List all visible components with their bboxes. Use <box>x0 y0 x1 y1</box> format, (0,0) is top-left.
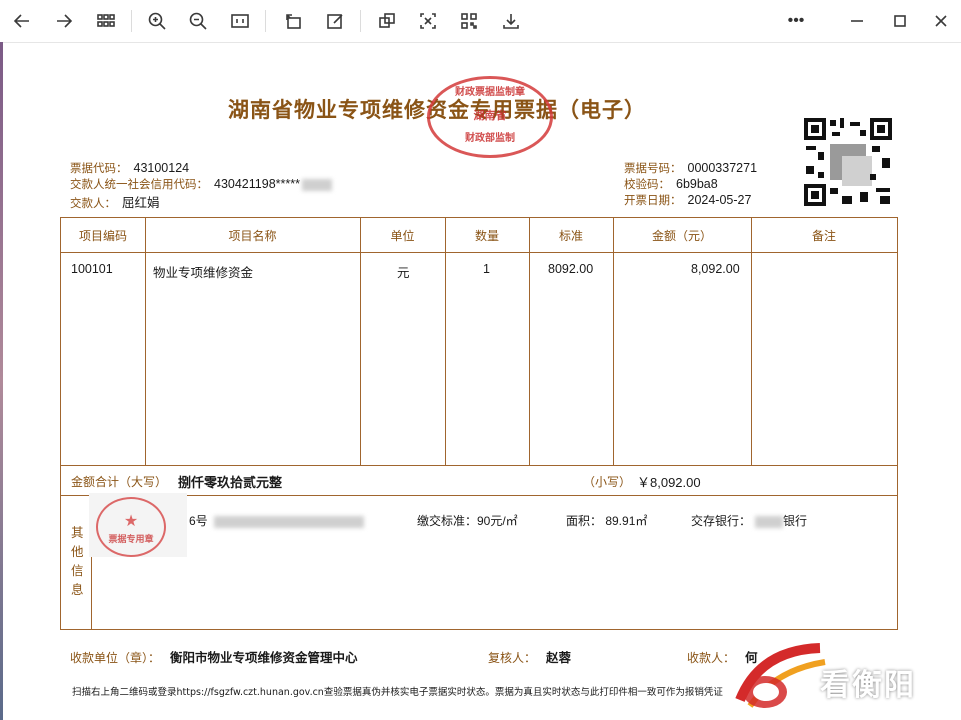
qr-code[interactable] <box>802 116 894 208</box>
close-icon[interactable] <box>927 8 955 34</box>
payer-value: 屈红娟 <box>122 196 160 210</box>
total-label: 金额合计（大写） <box>71 475 168 489</box>
total-small: ￥8,092.00 <box>637 475 701 490</box>
viewer-toolbar: ••• <box>0 0 961 43</box>
header-quantity: 数量 <box>474 228 499 243</box>
credit-code-label: 交款人统一社会信用代码： <box>70 177 208 191</box>
thumbnails-grid-icon[interactable] <box>92 8 120 34</box>
other-bank-tail: 银行 <box>783 514 808 528</box>
rotate-icon[interactable] <box>279 8 307 34</box>
invoice-code-label: 票据代码： <box>70 161 128 175</box>
total-small-label: （小写） <box>583 475 632 489</box>
zoom-out-icon[interactable] <box>184 8 212 34</box>
payee-row: 收款单位（章）： 衡阳市物业专项维修资金管理中心 <box>70 647 358 666</box>
header-standard: 标准 <box>558 228 583 243</box>
maximize-icon[interactable] <box>886 8 914 34</box>
invoice-code-value: 43100124 <box>133 161 190 175</box>
row-unit: 元 <box>397 266 410 280</box>
text-recognition-icon[interactable] <box>414 8 442 34</box>
row-standard: 8092.00 <box>548 262 594 276</box>
header-remark: 备注 <box>811 228 836 243</box>
redacted-bank <box>755 515 784 528</box>
brand-text: 看衡阳 <box>820 668 916 703</box>
check-code-row: 校验码： 6b9ba8 <box>624 176 718 192</box>
stamp-star-icon: ★ <box>123 513 139 530</box>
save-download-icon[interactable] <box>497 8 525 34</box>
invoice-number-value: 0000337271 <box>687 161 758 175</box>
row-quantity: 1 <box>483 262 490 276</box>
payer-label: 交款人： <box>70 196 116 210</box>
total-row: 金额合计（大写） 捌仟零玖拾贰元整 （小写） ￥8,092.00 <box>61 465 897 495</box>
credit-code-value: 430421198***** <box>214 177 300 191</box>
issue-date-row: 开票日期： 2024-05-27 <box>624 192 751 208</box>
row-amount: 8,092.00 <box>691 262 740 276</box>
edit-icon[interactable] <box>321 8 349 34</box>
header-item-name: 项目名称 <box>228 228 277 243</box>
row-item-name: 物业专项维修资金 <box>153 266 254 280</box>
collector-label: 收款人： <box>687 651 736 665</box>
translate-icon[interactable] <box>373 8 401 34</box>
forward-arrow-icon[interactable] <box>50 8 78 34</box>
header-item-code: 项目编码 <box>78 228 127 243</box>
check-code-label: 校验码： <box>624 177 670 191</box>
check-code-value: 6b9ba8 <box>676 177 718 191</box>
invoice-code-row: 票据代码： 43100124 <box>70 160 189 176</box>
finance-seal: 财政票据监制章 湖南省 财政部监制 <box>427 76 553 158</box>
stamp-text: 票据专用章 <box>108 534 154 544</box>
receipt-stamp: ★ 票据专用章 <box>96 497 166 557</box>
header-unit: 单位 <box>390 228 415 243</box>
seal-text: 财政票据监制章 <box>455 87 525 98</box>
payee-label: 收款单位（章）： <box>70 651 161 665</box>
header-amount: 金额（元） <box>651 228 712 243</box>
reviewer-value: 赵蓉 <box>546 651 572 665</box>
reviewer-row: 复核人： 赵蓉 <box>488 647 571 666</box>
other-bank: 交存银行： 银行 <box>691 512 807 529</box>
more-options-icon[interactable]: ••• <box>782 8 810 34</box>
other-address-text: 6号 <box>189 514 208 528</box>
redacted-address <box>213 515 364 528</box>
verification-note: 扫描右上角二维码或登录https://fsgzfw.czt.hunan.gov.… <box>72 687 723 698</box>
total-upper: 捌仟零玖拾贰元整 <box>178 475 283 490</box>
invoice-number-row: 票据号码： 0000337271 <box>624 160 757 176</box>
invoice-number-label: 票据号码： <box>624 161 682 175</box>
other-info-label: 其他信息 <box>71 526 84 597</box>
issue-date-label: 开票日期： <box>624 193 682 207</box>
payer-row: 交款人： 屈红娟 <box>70 192 160 211</box>
other-area: 面积： 89.91㎡ <box>566 514 648 528</box>
other-bank-label: 交存银行： <box>691 514 752 528</box>
other-address: 6号 <box>189 512 364 529</box>
seal-bottom-text: 财政部监制 <box>465 133 515 144</box>
seal-mid-text: 湖南省 <box>473 110 507 122</box>
credit-code-row: 交款人统一社会信用代码： 430421198***** <box>70 176 332 192</box>
other-standard: 缴交标准：90元/㎡ <box>417 514 518 528</box>
redacted-block <box>301 178 332 191</box>
qr-scan-icon[interactable] <box>455 8 483 34</box>
invoice-table: 项目编码 项目名称 单位 数量 标准 金额（元） 备注 100101 物业专项维… <box>60 217 898 630</box>
actual-size-icon[interactable] <box>226 8 254 34</box>
row-item-code: 100101 <box>71 262 113 276</box>
payee-value: 衡阳市物业专项维修资金管理中心 <box>170 651 358 665</box>
minimize-icon[interactable] <box>843 8 871 34</box>
back-arrow-icon[interactable] <box>8 8 36 34</box>
reviewer-label: 复核人： <box>488 651 537 665</box>
background-strip <box>0 42 3 720</box>
issue-date-value: 2024-05-27 <box>687 193 752 207</box>
zoom-in-icon[interactable] <box>143 8 171 34</box>
